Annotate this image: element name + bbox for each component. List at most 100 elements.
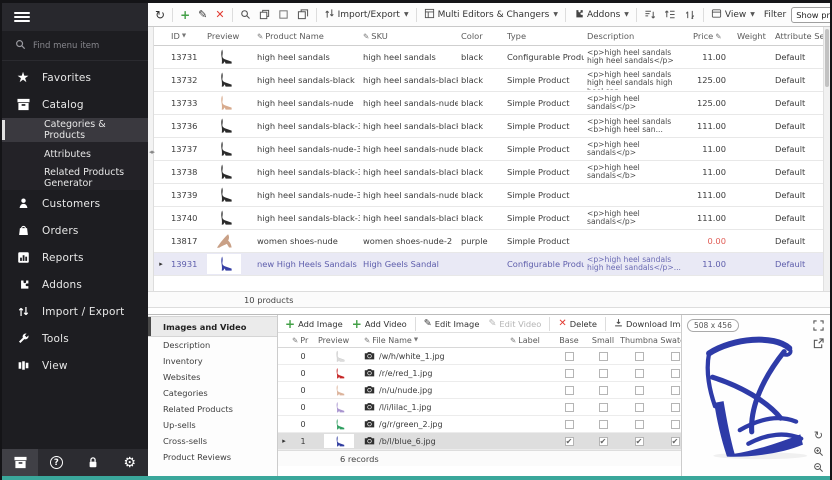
image-row-lilac_1.jpg[interactable]: 0/l/i/lilac_1.jpg bbox=[278, 399, 681, 416]
product-row-13732[interactable]: 13732high heel sandals-blackhigh heel sa… bbox=[154, 69, 823, 92]
column-header-weight[interactable]: Weight bbox=[734, 31, 772, 41]
base-checkbox[interactable] bbox=[565, 352, 574, 361]
import-export-dropdown[interactable]: Import/Export▼ bbox=[321, 6, 412, 24]
lock-icon[interactable] bbox=[75, 449, 112, 476]
add-image-button[interactable]: +Add Image bbox=[282, 316, 346, 332]
panel-splitter[interactable]: ◂▸ bbox=[148, 27, 154, 291]
product-row-13931[interactable]: ▸13931new High Heels SandalsHigh Geels S… bbox=[154, 253, 823, 276]
base-checkbox[interactable]: ✔ bbox=[565, 437, 574, 446]
tab-websites[interactable]: Websites bbox=[148, 369, 277, 385]
small-checkbox[interactable] bbox=[599, 352, 608, 361]
reorder-button[interactable] bbox=[681, 7, 699, 22]
tab-categories[interactable]: Categories bbox=[148, 385, 277, 401]
tab-description[interactable]: Description bbox=[148, 337, 277, 353]
product-row-13738[interactable]: 13738high heel sandals-black-37high heel… bbox=[154, 161, 823, 184]
product-row-13733[interactable]: 13733high heel sandals-nudehigh heel san… bbox=[154, 92, 823, 115]
base-checkbox[interactable] bbox=[565, 403, 574, 412]
add-product-button[interactable]: + bbox=[177, 6, 193, 24]
swatch-checkbox[interactable] bbox=[671, 386, 680, 395]
column-header-id[interactable]: ID▼ bbox=[168, 31, 204, 41]
thumbnail-checkbox[interactable] bbox=[635, 352, 644, 361]
product-row-13740[interactable]: 13740high heel sandals-black-38high heel… bbox=[154, 207, 823, 230]
refresh-button[interactable]: ↻ bbox=[152, 7, 168, 23]
add-video-button[interactable]: +Add Video bbox=[349, 316, 410, 332]
small-checkbox[interactable] bbox=[599, 403, 608, 412]
column-header-small[interactable]: Small bbox=[586, 336, 620, 345]
column-header-attribute-set-name[interactable]: Attribute Set Name bbox=[772, 31, 823, 41]
column-header-price[interactable]: Price✎ bbox=[690, 31, 734, 41]
help-icon[interactable]: ? bbox=[38, 449, 75, 476]
swatch-checkbox[interactable] bbox=[671, 369, 680, 378]
sidebar-item-attributes[interactable]: Attributes bbox=[2, 142, 148, 166]
zoom-out-icon[interactable] bbox=[812, 461, 825, 474]
column-header-preview[interactable]: Preview bbox=[204, 31, 254, 41]
column-header-label[interactable]: ✎Label bbox=[508, 336, 552, 345]
column-header-product-name[interactable]: ✎Product Name bbox=[254, 31, 360, 41]
settings-gear-icon[interactable]: ⚙ bbox=[111, 449, 148, 476]
sidebar-item-tools[interactable]: Tools bbox=[2, 325, 148, 352]
menu-search-input[interactable] bbox=[33, 41, 123, 51]
multi-editors-dropdown[interactable]: Multi Editors & Changers▼ bbox=[421, 6, 561, 24]
sidebar-item-orders[interactable]: Orders bbox=[2, 217, 148, 244]
sidebar-item-import-export[interactable]: Import / Export bbox=[2, 298, 148, 325]
open-external-icon[interactable] bbox=[812, 337, 825, 350]
image-row-nude.jpg[interactable]: 0/n/u/nude.jpg bbox=[278, 382, 681, 399]
duplicate-button[interactable] bbox=[294, 7, 312, 22]
column-header-description[interactable]: Description bbox=[584, 31, 690, 41]
base-checkbox[interactable] bbox=[565, 369, 574, 378]
sidebar-item-addons[interactable]: Addons bbox=[2, 271, 148, 298]
thumbnail-checkbox[interactable]: ✔ bbox=[635, 437, 644, 446]
base-checkbox[interactable] bbox=[565, 386, 574, 395]
small-checkbox[interactable] bbox=[599, 369, 608, 378]
thumbnail-checkbox[interactable] bbox=[635, 403, 644, 412]
download-image-button[interactable]: Download Image bbox=[611, 317, 681, 330]
sidebar-item-catalog[interactable]: Catalog bbox=[2, 91, 148, 118]
column-header-base[interactable]: Base bbox=[552, 336, 586, 345]
tab-product-reviews[interactable]: Product Reviews bbox=[148, 449, 277, 465]
filter-select[interactable]: Show products from selected categories▼ bbox=[791, 7, 830, 23]
product-row-13731[interactable]: 13731high heel sandalshigh heel sandalsb… bbox=[154, 46, 823, 69]
small-checkbox[interactable] bbox=[599, 420, 608, 429]
base-checkbox[interactable] bbox=[565, 420, 574, 429]
products-scrollbar[interactable] bbox=[823, 27, 830, 291]
column-header-preview[interactable]: Preview bbox=[316, 336, 362, 345]
thumbnail-checkbox[interactable] bbox=[635, 386, 644, 395]
image-row-green_2.jpg[interactable]: 0/g/r/green_2.jpg bbox=[278, 416, 681, 433]
swatch-checkbox[interactable] bbox=[671, 403, 680, 412]
sidebar-item-categories-products[interactable]: Categories & Products bbox=[2, 118, 148, 142]
thumbnail-checkbox[interactable] bbox=[635, 420, 644, 429]
product-row-13736[interactable]: 13736high heel sandals-black-36high heel… bbox=[154, 115, 823, 138]
delete-button[interactable]: ✕Delete bbox=[555, 317, 600, 330]
sort-descending-button[interactable] bbox=[641, 7, 659, 22]
tab-cross-sells[interactable]: Cross-sells bbox=[148, 433, 277, 449]
image-row-red_1.jpg[interactable]: 0/r/e/red_1.jpg bbox=[278, 365, 681, 382]
column-header-type[interactable]: Type bbox=[504, 31, 584, 41]
sidebar-item-favorites[interactable]: ★Favorites bbox=[2, 64, 148, 91]
sidebar-item-reports[interactable]: Reports bbox=[2, 244, 148, 271]
thumbnail-checkbox[interactable] bbox=[635, 369, 644, 378]
addons-dropdown[interactable]: Addons▼ bbox=[570, 6, 632, 24]
tab-up-sells[interactable]: Up-sells bbox=[148, 417, 277, 433]
swatch-checkbox[interactable]: ✔ bbox=[671, 437, 680, 446]
image-row-white_1.jpg[interactable]: 0/w/h/white_1.jpg bbox=[278, 348, 681, 365]
hamburger-menu-icon[interactable] bbox=[14, 10, 30, 24]
edit-image-button[interactable]: ✎Edit Image bbox=[421, 317, 483, 330]
product-row-13737[interactable]: 13737high heel sandals-nude-36high heel … bbox=[154, 138, 823, 161]
view-dropdown[interactable]: View▼ bbox=[708, 6, 758, 24]
zoom-in-icon[interactable] bbox=[812, 445, 825, 458]
copy-button[interactable] bbox=[256, 7, 273, 22]
search-products-button[interactable] bbox=[237, 7, 254, 22]
small-checkbox[interactable] bbox=[599, 386, 608, 395]
swatch-checkbox[interactable] bbox=[671, 420, 680, 429]
sidebar-item-customers[interactable]: Customers bbox=[2, 190, 148, 217]
catalog-mode-icon[interactable] bbox=[2, 449, 38, 476]
expand-rows-button[interactable] bbox=[661, 7, 679, 22]
delete-product-button[interactable]: ✕ bbox=[212, 6, 227, 23]
checkbox-select-button[interactable] bbox=[275, 7, 292, 22]
product-row-13739[interactable]: 13739high heel sandals-nude-37high heel … bbox=[154, 184, 823, 207]
product-row-13817[interactable]: 13817women shoes-nudewomen shoes-nude-2p… bbox=[154, 230, 823, 253]
image-row-blue_6.jpg[interactable]: ▸1/b/l/blue_6.jpg✔✔✔✔ bbox=[278, 433, 681, 450]
rotate-icon[interactable]: ↻ bbox=[812, 429, 825, 442]
swatch-checkbox[interactable] bbox=[671, 352, 680, 361]
column-header-color[interactable]: Color bbox=[458, 31, 504, 41]
